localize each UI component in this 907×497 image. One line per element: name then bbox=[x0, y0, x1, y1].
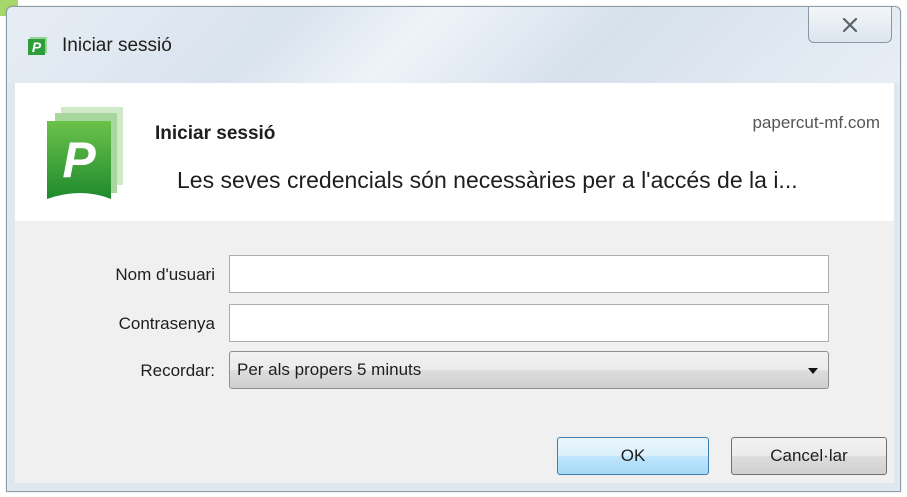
password-input[interactable] bbox=[229, 304, 829, 342]
username-input[interactable] bbox=[229, 255, 829, 293]
close-button[interactable] bbox=[808, 7, 892, 43]
ok-button[interactable]: OK bbox=[557, 437, 709, 475]
papercut-logo-icon: P bbox=[47, 107, 123, 199]
dropdown-arrow-icon bbox=[808, 368, 818, 374]
cancel-button[interactable]: Cancel·lar bbox=[731, 437, 887, 475]
server-domain: papercut-mf.com bbox=[752, 113, 880, 132]
username-label: Nom d'usuari bbox=[115, 265, 215, 284]
form-panel: Nom d'usuari Contrasenya Recordar: Per a… bbox=[15, 221, 894, 483]
login-dialog: P Iniciar sessió P Iniciar sessió paperc… bbox=[6, 6, 901, 492]
papercut-app-icon: P bbox=[28, 37, 47, 55]
header-title: Iniciar sessió bbox=[155, 123, 276, 144]
password-label: Contrasenya bbox=[118, 314, 215, 333]
remember-selected-value: Per als propers 5 minuts bbox=[237, 360, 422, 379]
title-bar[interactable]: P Iniciar sessió bbox=[7, 7, 900, 83]
credentials-message: Les seves credencials són necessàries pe… bbox=[177, 167, 798, 193]
close-icon bbox=[842, 17, 858, 32]
svg-text:P: P bbox=[62, 132, 96, 188]
remember-select[interactable]: Per als propers 5 minuts bbox=[229, 351, 829, 389]
header-panel: P Iniciar sessió papercut-mf.com Les sev… bbox=[15, 83, 894, 221]
svg-text:P: P bbox=[32, 39, 42, 55]
window-title: Iniciar sessió bbox=[62, 35, 172, 56]
remember-label: Recordar: bbox=[140, 361, 215, 380]
